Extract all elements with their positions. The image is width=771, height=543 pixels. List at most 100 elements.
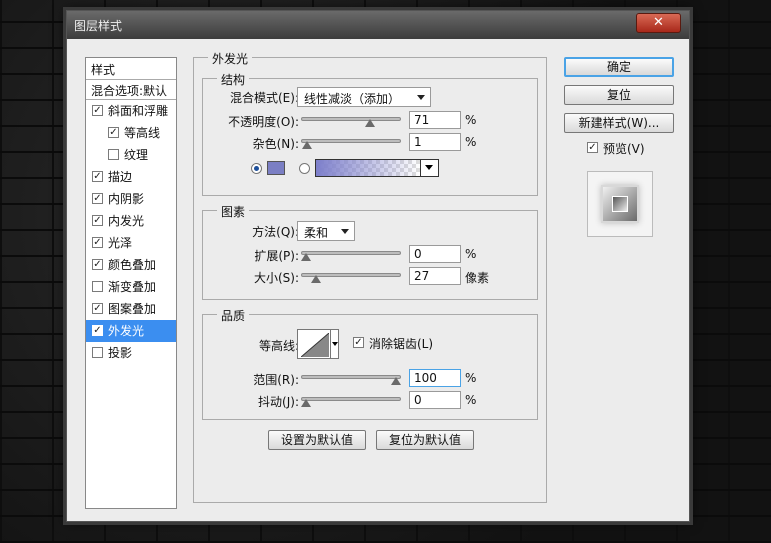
style-item-label: 纹理 <box>124 148 149 162</box>
style-checkbox[interactable] <box>92 347 103 358</box>
opacity-slider[interactable] <box>301 115 401 127</box>
style-item[interactable]: 投影 <box>86 342 176 364</box>
style-item-label: 渐变叠加 <box>108 280 157 294</box>
contour-curve-icon <box>301 333 329 357</box>
style-item-label: 颜色叠加 <box>108 258 157 272</box>
styles-header[interactable]: 样式 <box>86 58 176 80</box>
reset-button[interactable]: 复位 <box>564 85 674 105</box>
noise-field[interactable]: 1 <box>409 133 461 151</box>
slider-thumb[interactable] <box>301 253 311 261</box>
style-item-label: 内发光 <box>108 214 145 228</box>
style-item[interactable]: ✓ 光泽 <box>86 232 176 254</box>
chevron-down-icon[interactable] <box>330 330 338 358</box>
preview-swatch <box>601 185 639 223</box>
style-item[interactable]: ✓ 等高线 <box>86 122 176 144</box>
range-label: 范围(R): <box>253 373 299 387</box>
dialog-body: 样式 混合选项:默认 ✓ 斜面和浮雕 ✓ 等高线 纹理 ✓ 描边 ✓ 内阴影 ✓ 内发光 ✓ 光泽 ✓ 颜色… <box>71 39 685 519</box>
preview-checkbox[interactable]: ✓ <box>587 142 598 153</box>
percent-unit: % <box>465 247 477 261</box>
style-item[interactable]: ✓ 颜色叠加 <box>86 254 176 276</box>
layer-style-dialog: 图层样式 ✕ 样式 混合选项:默认 ✓ 斜面和浮雕 ✓ 等高线 纹理 ✓ 描边 ✓ 内阴影 ✓ 内发… <box>66 10 690 522</box>
style-checkbox[interactable]: ✓ <box>92 303 103 314</box>
style-checkbox[interactable]: ✓ <box>92 325 103 336</box>
set-default-button[interactable]: 设置为默认值 <box>268 430 366 450</box>
close-button[interactable]: ✕ <box>636 13 681 33</box>
blend-mode-label: 混合模式(E): <box>230 91 299 105</box>
style-checkbox[interactable]: ✓ <box>108 127 119 138</box>
style-item-label: 外发光 <box>108 324 145 338</box>
jitter-slider[interactable] <box>301 395 401 407</box>
gradient-picker[interactable] <box>315 159 439 177</box>
style-item-label: 光泽 <box>108 236 133 250</box>
reset-default-button[interactable]: 复位为默认值 <box>376 430 474 450</box>
style-item-label: 内阴影 <box>108 192 145 206</box>
style-item[interactable]: 渐变叠加 <box>86 276 176 298</box>
noise-slider[interactable] <box>301 137 401 149</box>
antialias-checkbox[interactable]: ✓ <box>353 337 364 348</box>
style-item[interactable]: ✓ 内发光 <box>86 210 176 232</box>
slider-thumb[interactable] <box>310 275 321 283</box>
style-checkbox[interactable]: ✓ <box>92 193 103 204</box>
style-checkbox[interactable] <box>92 281 103 292</box>
size-label: 大小(S): <box>253 271 299 285</box>
blend-mode-select[interactable]: 线性减淡（添加） <box>297 87 431 107</box>
outer-glow-title: 外发光 <box>208 50 253 67</box>
style-item-label: 等高线 <box>124 126 161 140</box>
outer-glow-panel: 外发光 结构 混合模式(E): 线性减淡（添加） 不透明度(O): 71 % 杂… <box>193 50 547 503</box>
spread-slider[interactable] <box>301 249 401 261</box>
noise-label: 杂色(N): <box>252 137 299 151</box>
slider-track <box>301 139 401 143</box>
style-checkbox[interactable]: ✓ <box>92 171 103 182</box>
style-item-label: 描边 <box>108 170 133 184</box>
percent-unit: % <box>465 113 477 127</box>
contour-picker[interactable] <box>297 329 339 359</box>
slider-thumb[interactable] <box>301 141 312 149</box>
percent-unit: % <box>465 135 477 149</box>
solid-color-radio[interactable] <box>251 163 262 174</box>
percent-unit: % <box>465 371 477 385</box>
size-field[interactable]: 27 <box>409 267 461 285</box>
slider-thumb[interactable] <box>391 377 401 385</box>
style-item[interactable]: ✓ 内阴影 <box>86 188 176 210</box>
opacity-field[interactable]: 71 <box>409 111 461 129</box>
range-field[interactable]: 100 <box>409 369 461 387</box>
quality-title: 品质 <box>217 307 250 324</box>
glow-color-swatch[interactable] <box>267 161 285 175</box>
style-item[interactable]: ✓ 图案叠加 <box>86 298 176 320</box>
percent-unit: % <box>465 393 477 407</box>
spread-field[interactable]: 0 <box>409 245 461 263</box>
gradient-radio[interactable] <box>299 163 310 174</box>
chevron-down-icon[interactable] <box>420 160 438 176</box>
style-checkbox[interactable]: ✓ <box>92 237 103 248</box>
blending-options-item[interactable]: 混合选项:默认 <box>86 80 176 100</box>
structure-group: 结构 混合模式(E): 线性减淡（添加） 不透明度(O): 71 % 杂色(N)… <box>202 71 538 196</box>
jitter-field[interactable]: 0 <box>409 391 461 409</box>
slider-thumb[interactable] <box>301 399 311 407</box>
blend-mode-value: 线性减淡（添加） <box>304 92 401 106</box>
ok-button[interactable]: 确定 <box>564 57 674 77</box>
technique-label: 方法(Q): <box>252 225 299 239</box>
chevron-down-icon <box>341 229 349 234</box>
slider-track <box>301 117 401 121</box>
style-preview-thumbnail <box>587 171 653 237</box>
technique-value: 柔和 <box>304 226 329 240</box>
slider-track <box>301 375 401 379</box>
size-slider[interactable] <box>301 271 401 283</box>
style-checkbox[interactable]: ✓ <box>92 259 103 270</box>
style-item[interactable]: ✓ 描边 <box>86 166 176 188</box>
new-style-button[interactable]: 新建样式(W)... <box>564 113 674 133</box>
style-item[interactable]: ✓ 斜面和浮雕 <box>86 100 176 122</box>
style-checkbox[interactable]: ✓ <box>92 105 103 116</box>
range-slider[interactable] <box>301 373 401 385</box>
chevron-down-icon <box>417 95 425 100</box>
style-item[interactable]: 纹理 <box>86 144 176 166</box>
slider-thumb[interactable] <box>364 119 375 127</box>
title-bar[interactable]: 图层样式 ✕ <box>67 11 689 39</box>
technique-select[interactable]: 柔和 <box>297 221 355 241</box>
style-checkbox[interactable] <box>108 149 119 160</box>
slider-track <box>301 397 401 401</box>
preview-label: 预览(V) <box>603 142 645 156</box>
style-checkbox[interactable]: ✓ <box>92 215 103 226</box>
dialog-title: 图层样式 <box>74 19 123 33</box>
style-item[interactable]: ✓ 外发光 <box>86 320 176 342</box>
